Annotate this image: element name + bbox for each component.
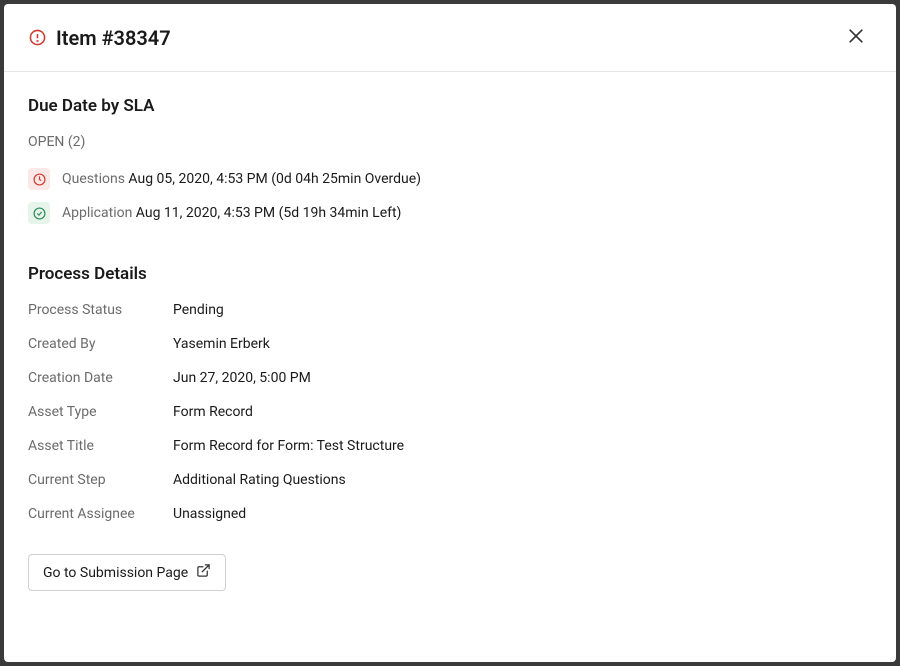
current-assignee-value: Unassigned bbox=[173, 506, 872, 522]
check-circle-icon bbox=[28, 202, 50, 224]
sla-item-overdue: Questions Aug 05, 2020, 4:53 PM (0d 04h … bbox=[28, 168, 872, 190]
item-detail-modal: Item #38347 Due Date by SLA OPEN (2) bbox=[4, 4, 896, 662]
modal-title: Item #38347 bbox=[56, 26, 171, 50]
sla-list: Questions Aug 05, 2020, 4:53 PM (0d 04h … bbox=[28, 168, 872, 224]
process-details-grid: Process Status Pending Created By Yasemi… bbox=[28, 302, 872, 522]
sla-item-text: Application Aug 11, 2020, 4:53 PM (5d 19… bbox=[62, 205, 401, 221]
created-by-label: Created By bbox=[28, 336, 173, 352]
close-icon bbox=[846, 26, 866, 49]
go-to-submission-button[interactable]: Go to Submission Page bbox=[28, 554, 226, 591]
creation-date-value: Jun 27, 2020, 5:00 PM bbox=[173, 370, 872, 386]
asset-type-label: Asset Type bbox=[28, 404, 173, 420]
sla-open-count: OPEN (2) bbox=[28, 134, 872, 150]
sla-item-date: Aug 05, 2020, 4:53 PM bbox=[128, 171, 267, 187]
created-by-value: Yasemin Erberk bbox=[173, 336, 872, 352]
asset-title-label: Asset Title bbox=[28, 438, 173, 454]
process-status-value: Pending bbox=[173, 302, 872, 318]
clock-alert-icon bbox=[28, 168, 50, 190]
creation-date-label: Creation Date bbox=[28, 370, 173, 386]
sla-item-label: Application bbox=[62, 205, 132, 221]
modal-body: Due Date by SLA OPEN (2) Questions Aug 0… bbox=[4, 72, 896, 662]
sla-item-label: Questions bbox=[62, 171, 125, 187]
sla-item-remaining: (5d 19h 34min Left) bbox=[279, 205, 402, 221]
sla-item-date: Aug 11, 2020, 4:53 PM bbox=[136, 205, 275, 221]
close-button[interactable] bbox=[840, 20, 872, 55]
sla-item-remaining: (0d 04h 25min Overdue) bbox=[271, 171, 421, 187]
alert-circle-icon bbox=[28, 29, 46, 47]
sla-section-title: Due Date by SLA bbox=[28, 96, 872, 116]
go-to-submission-label: Go to Submission Page bbox=[43, 565, 188, 581]
external-link-icon bbox=[196, 563, 211, 582]
modal-header: Item #38347 bbox=[4, 4, 896, 72]
asset-title-value: Form Record for Form: Test Structure bbox=[173, 438, 872, 454]
header-left: Item #38347 bbox=[28, 26, 171, 50]
sla-item-text: Questions Aug 05, 2020, 4:53 PM (0d 04h … bbox=[62, 171, 421, 187]
details-section-title: Process Details bbox=[28, 264, 872, 284]
current-assignee-label: Current Assignee bbox=[28, 506, 173, 522]
process-status-label: Process Status bbox=[28, 302, 173, 318]
sla-item-ok: Application Aug 11, 2020, 4:53 PM (5d 19… bbox=[28, 202, 872, 224]
asset-type-value: Form Record bbox=[173, 404, 872, 420]
current-step-value: Additional Rating Questions bbox=[173, 472, 872, 488]
current-step-label: Current Step bbox=[28, 472, 173, 488]
